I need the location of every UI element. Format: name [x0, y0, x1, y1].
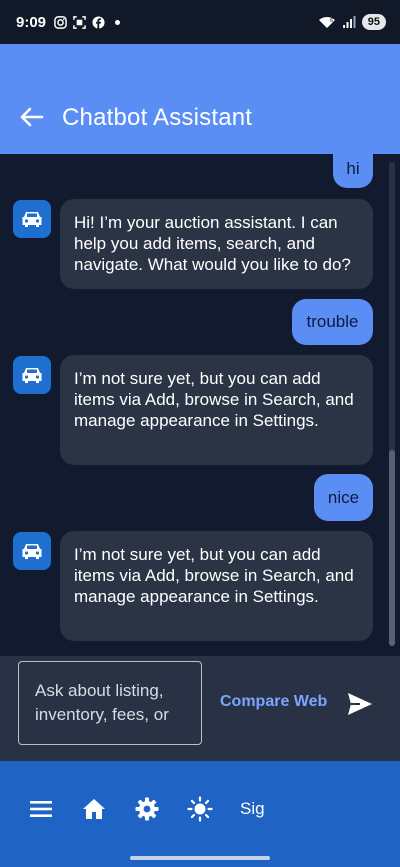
- bot-message: I’m not sure yet, but you can add items …: [60, 355, 373, 465]
- screenshot-icon: [73, 15, 86, 29]
- bot-avatar: [13, 356, 51, 394]
- scrollbar-thumb[interactable]: [389, 450, 395, 646]
- status-bar: 9:09 6 95: [0, 0, 400, 44]
- car-icon: [22, 212, 42, 227]
- user-message: nice: [314, 474, 373, 521]
- message-input[interactable]: Ask about listing, inventory, fees, or: [18, 661, 202, 745]
- compare-web-button[interactable]: Compare Web: [220, 693, 327, 711]
- brightness-icon[interactable]: [187, 796, 213, 822]
- bot-avatar: [13, 532, 51, 570]
- chat-scrollbar[interactable]: [389, 162, 395, 646]
- message-input-bar: Ask about listing, inventory, fees, or C…: [0, 656, 400, 761]
- signal-icon: [342, 16, 356, 28]
- bottom-navigation: Sig: [0, 761, 400, 867]
- home-indicator[interactable]: [130, 856, 270, 860]
- user-message-text: hi: [346, 159, 360, 178]
- car-icon: [22, 368, 42, 383]
- settings-gear-icon[interactable]: [134, 796, 160, 822]
- bot-message: Hi! I’m your auction assistant. I can he…: [60, 199, 373, 289]
- bot-message-text: I’m not sure yet, but you can add items …: [74, 545, 354, 606]
- battery-indicator: 95: [361, 14, 386, 30]
- more-notifications-icon: [115, 19, 121, 25]
- chat-message-list[interactable]: hi Hi! I’m your auction assistant. I can…: [0, 154, 400, 656]
- system-icons: 6 95: [318, 14, 386, 30]
- bot-message: I’m not sure yet, but you can add items …: [60, 531, 373, 641]
- sign-in-button[interactable]: Sig: [240, 799, 265, 819]
- user-message-text: trouble: [306, 312, 359, 331]
- user-message: trouble: [292, 299, 373, 345]
- status-time: 9:09: [16, 13, 47, 31]
- car-icon: [22, 544, 42, 559]
- instagram-icon: [54, 15, 67, 29]
- facebook-icon: [92, 15, 105, 29]
- home-icon[interactable]: [81, 796, 107, 822]
- notification-icons: [54, 15, 121, 29]
- user-message: hi: [333, 154, 373, 188]
- send-icon[interactable]: [346, 691, 374, 717]
- bot-avatar: [13, 200, 51, 238]
- bot-message-text: Hi! I’m your auction assistant. I can he…: [74, 213, 351, 274]
- user-message-text: nice: [327, 487, 360, 507]
- back-arrow-icon[interactable]: [16, 102, 46, 132]
- app-bar: Chatbot Assistant: [0, 44, 400, 154]
- wifi-icon: 6: [318, 16, 335, 28]
- bot-message-text: I’m not sure yet, but you can add items …: [74, 369, 354, 430]
- menu-icon[interactable]: [28, 796, 54, 822]
- page-title: Chatbot Assistant: [62, 104, 253, 131]
- svg-text:6: 6: [330, 18, 333, 24]
